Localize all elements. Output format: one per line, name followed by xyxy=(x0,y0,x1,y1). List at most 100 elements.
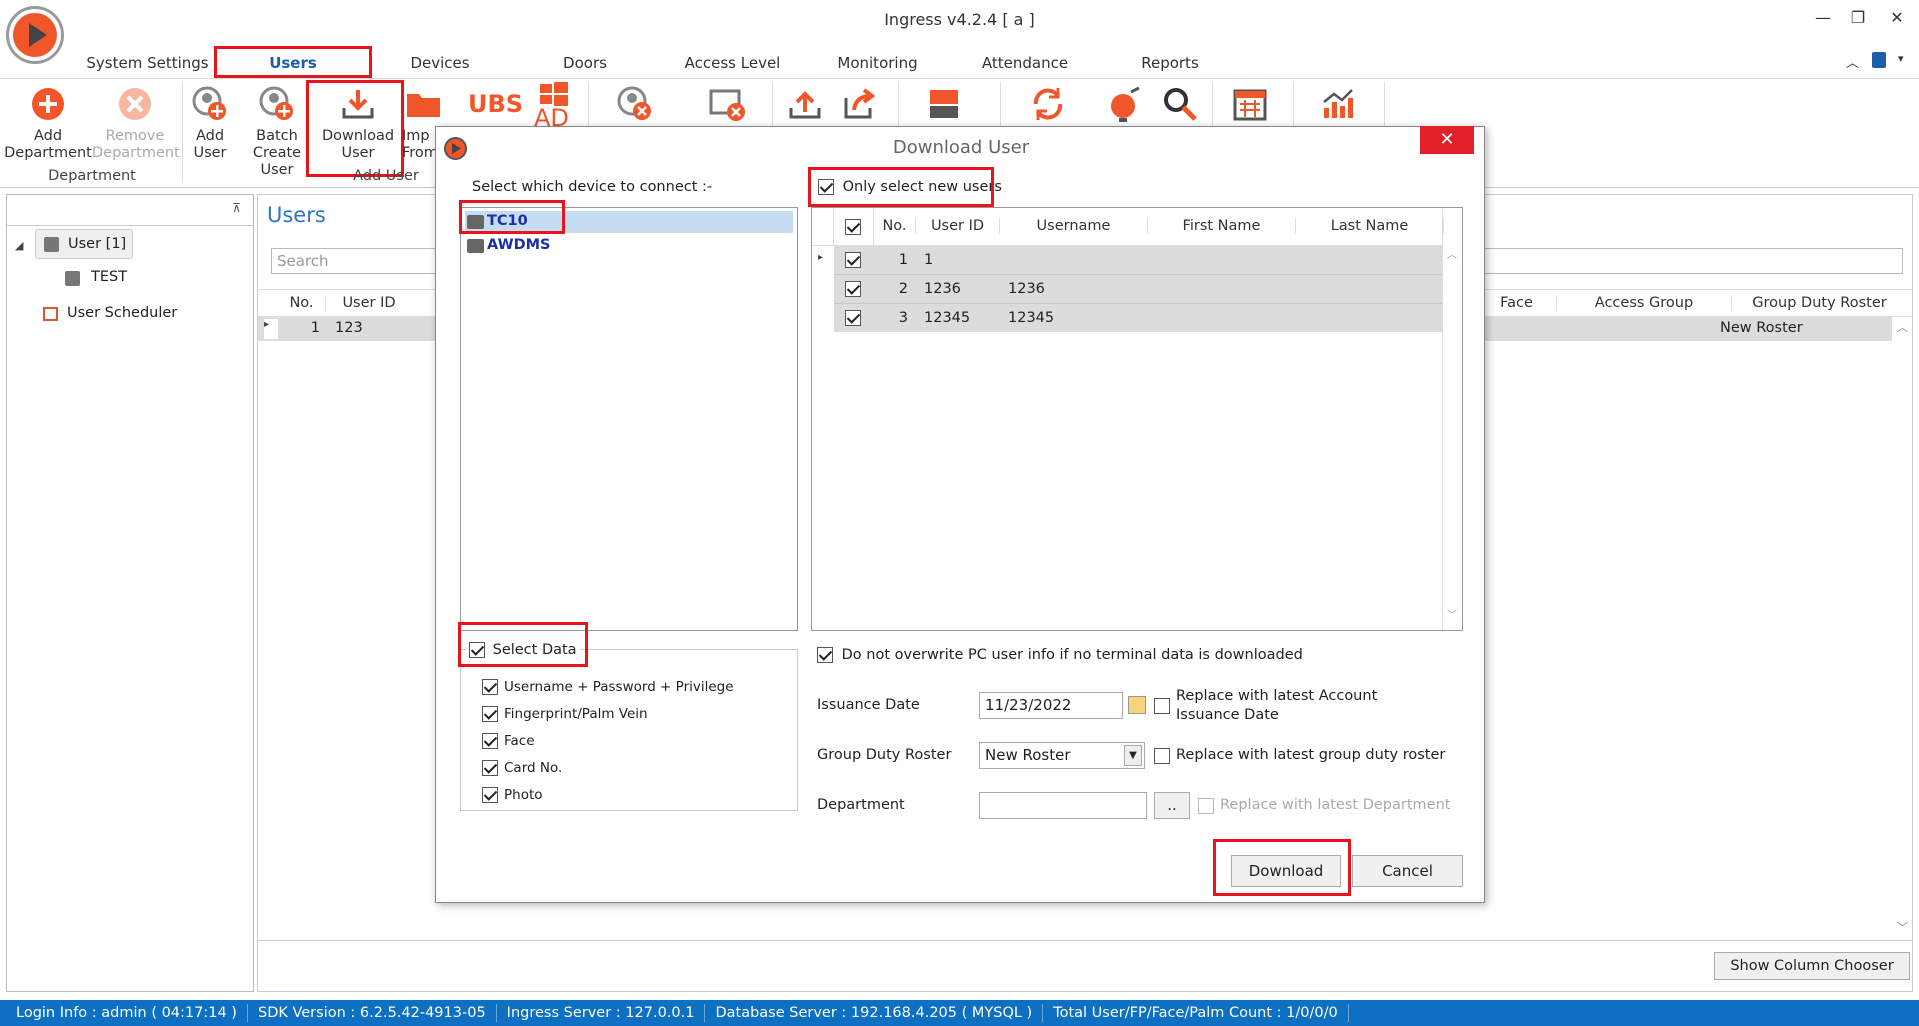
dialog-close-button[interactable]: ✕ xyxy=(1420,126,1474,154)
tree-expand-icon[interactable]: ◢ xyxy=(15,239,23,252)
option-checkbox[interactable] xyxy=(482,679,498,695)
tab-doors[interactable]: Doors xyxy=(540,54,630,76)
download-button[interactable]: Download xyxy=(1231,855,1341,887)
list-item-device-awdms[interactable]: AWDMS xyxy=(465,236,793,258)
group-duty-roster-select[interactable]: New Roster ▼ xyxy=(979,742,1145,769)
minimize-button[interactable]: — xyxy=(1812,8,1834,28)
row-checkbox[interactable] xyxy=(845,310,861,326)
device-icon[interactable] xyxy=(924,84,964,124)
tab-users[interactable]: Users xyxy=(215,54,371,76)
sync-icon[interactable] xyxy=(1028,84,1068,124)
remove-user-icon[interactable] xyxy=(615,84,655,124)
no-overwrite-checkbox[interactable] xyxy=(817,647,833,663)
list-item-device-tc10[interactable]: TC10 xyxy=(465,211,793,233)
tree-node-user[interactable]: User [1] xyxy=(35,229,133,259)
calendar-picker-icon[interactable] xyxy=(1128,696,1146,714)
office-icon[interactable] xyxy=(1872,52,1886,68)
option-checkbox[interactable] xyxy=(482,733,498,749)
ubs-icon[interactable]: UBS xyxy=(468,90,523,118)
replace-department-checkbox xyxy=(1198,798,1214,814)
scroll-up-icon[interactable]: ︿ xyxy=(1897,319,1908,335)
device-name: AWDMS xyxy=(487,237,551,253)
scroll-down-icon[interactable]: ﹀ xyxy=(1447,606,1457,621)
add-user-button[interactable]: Add User xyxy=(185,84,235,162)
column-no[interactable]: No. xyxy=(278,295,326,311)
department-browse-button[interactable]: .. xyxy=(1154,792,1190,819)
column-username[interactable]: Username xyxy=(1000,218,1148,234)
tab-system-settings[interactable]: System Settings xyxy=(85,54,210,76)
scroll-down-icon[interactable]: ﹀ xyxy=(1897,919,1908,935)
replace-roster-checkbox[interactable] xyxy=(1154,748,1170,764)
pin-icon[interactable]: ⊼ xyxy=(232,201,241,215)
replace-issuance-option[interactable] xyxy=(1154,698,1170,714)
export-icon[interactable] xyxy=(840,84,880,124)
option-face[interactable]: Face xyxy=(482,733,535,749)
option-checkbox[interactable] xyxy=(482,706,498,722)
close-window-button[interactable]: ✕ xyxy=(1886,8,1908,28)
tree-node-user-scheduler[interactable]: User Scheduler xyxy=(67,305,177,321)
chart-icon[interactable] xyxy=(1318,84,1358,124)
only-new-users-option[interactable]: Only select new users xyxy=(818,179,1002,195)
select-data-checkbox[interactable] xyxy=(469,642,485,658)
issuance-date-label: Issuance Date xyxy=(817,697,920,713)
column-user-id[interactable]: User ID xyxy=(326,295,412,311)
chevron-down-icon[interactable]: ▼ xyxy=(1124,745,1142,766)
column-last-name[interactable]: Last Name xyxy=(1296,218,1444,234)
issuance-date-field[interactable]: 11/23/2022 xyxy=(979,692,1123,719)
no-overwrite-option[interactable]: Do not overwrite PC user info if no term… xyxy=(817,647,1303,663)
replace-roster-option[interactable] xyxy=(1154,748,1170,764)
group-duty-roster-label: Group Duty Roster xyxy=(817,747,952,763)
row-checkbox[interactable] xyxy=(845,252,861,268)
batch-create-user-button[interactable]: Batch Create User xyxy=(236,84,318,179)
column-face[interactable]: Face xyxy=(1477,295,1557,311)
select-data-option[interactable]: Select Data xyxy=(466,642,580,658)
tab-monitoring[interactable]: Monitoring xyxy=(830,54,925,76)
scroll-up-icon[interactable]: ︿ xyxy=(1447,246,1457,261)
option-fingerprint[interactable]: Fingerprint/Palm Vein xyxy=(482,706,648,722)
remove-card-icon[interactable] xyxy=(708,84,748,124)
only-new-users-checkbox[interactable] xyxy=(818,179,834,195)
wizard-icon[interactable] xyxy=(1103,84,1143,124)
column-no[interactable]: No. xyxy=(874,218,916,234)
collapse-ribbon-icon[interactable]: ︿ xyxy=(1846,52,1859,71)
upload-icon[interactable] xyxy=(785,84,825,124)
select-all-checkbox[interactable] xyxy=(845,219,861,235)
column-first-name[interactable]: First Name xyxy=(1148,218,1296,234)
tree-node-test[interactable]: TEST xyxy=(91,269,127,285)
active-directory-icon[interactable]: AD xyxy=(534,82,574,130)
grid-scrollbar[interactable]: ︿ ﹀ xyxy=(1442,208,1462,630)
calendar-icon[interactable] xyxy=(1230,84,1270,124)
search-icon[interactable] xyxy=(1160,84,1200,124)
table-row[interactable]: 2 1236 1236 xyxy=(834,275,1442,304)
add-department-button[interactable]: Add Department xyxy=(4,84,92,162)
option-checkbox[interactable] xyxy=(482,760,498,776)
search-input-extension[interactable] xyxy=(1482,248,1903,274)
table-row[interactable]: 3 12345 12345 xyxy=(834,304,1442,332)
option-username-password[interactable]: Username + Password + Privilege xyxy=(482,679,734,695)
header-select-all[interactable] xyxy=(834,208,874,246)
download-user-button[interactable]: Download User xyxy=(318,84,398,162)
column-group-duty-roster[interactable]: Group Duty Roster xyxy=(1732,295,1907,311)
tab-access-level[interactable]: Access Level xyxy=(680,54,785,76)
replace-issuance-checkbox[interactable] xyxy=(1154,698,1170,714)
tab-devices[interactable]: Devices xyxy=(395,54,485,76)
column-access-group[interactable]: Access Group xyxy=(1557,295,1732,311)
option-checkbox[interactable] xyxy=(482,787,498,803)
page-title: Users xyxy=(267,203,326,227)
column-user-id[interactable]: User ID xyxy=(916,218,1000,234)
tab-reports[interactable]: Reports xyxy=(1130,54,1210,76)
show-column-chooser-button[interactable]: Show Column Chooser xyxy=(1714,952,1910,980)
option-card-no[interactable]: Card No. xyxy=(482,760,562,776)
remove-department-button[interactable]: Remove Department xyxy=(92,84,180,162)
tab-attendance[interactable]: Attendance xyxy=(975,54,1075,76)
table-row[interactable]: 1 1 xyxy=(834,246,1442,275)
options-dropdown-icon[interactable]: ▾ xyxy=(1898,52,1904,65)
department-field[interactable] xyxy=(979,792,1147,819)
option-photo[interactable]: Photo xyxy=(482,787,543,803)
maximize-button[interactable]: ❐ xyxy=(1847,8,1869,28)
row-checkbox[interactable] xyxy=(845,281,861,297)
add-circle-icon xyxy=(28,84,68,124)
cancel-button[interactable]: Cancel xyxy=(1352,855,1463,887)
import-from-button[interactable]: Imp From xyxy=(402,84,440,162)
window-title: Ingress v4.2.4 [ a ] xyxy=(884,10,1035,29)
